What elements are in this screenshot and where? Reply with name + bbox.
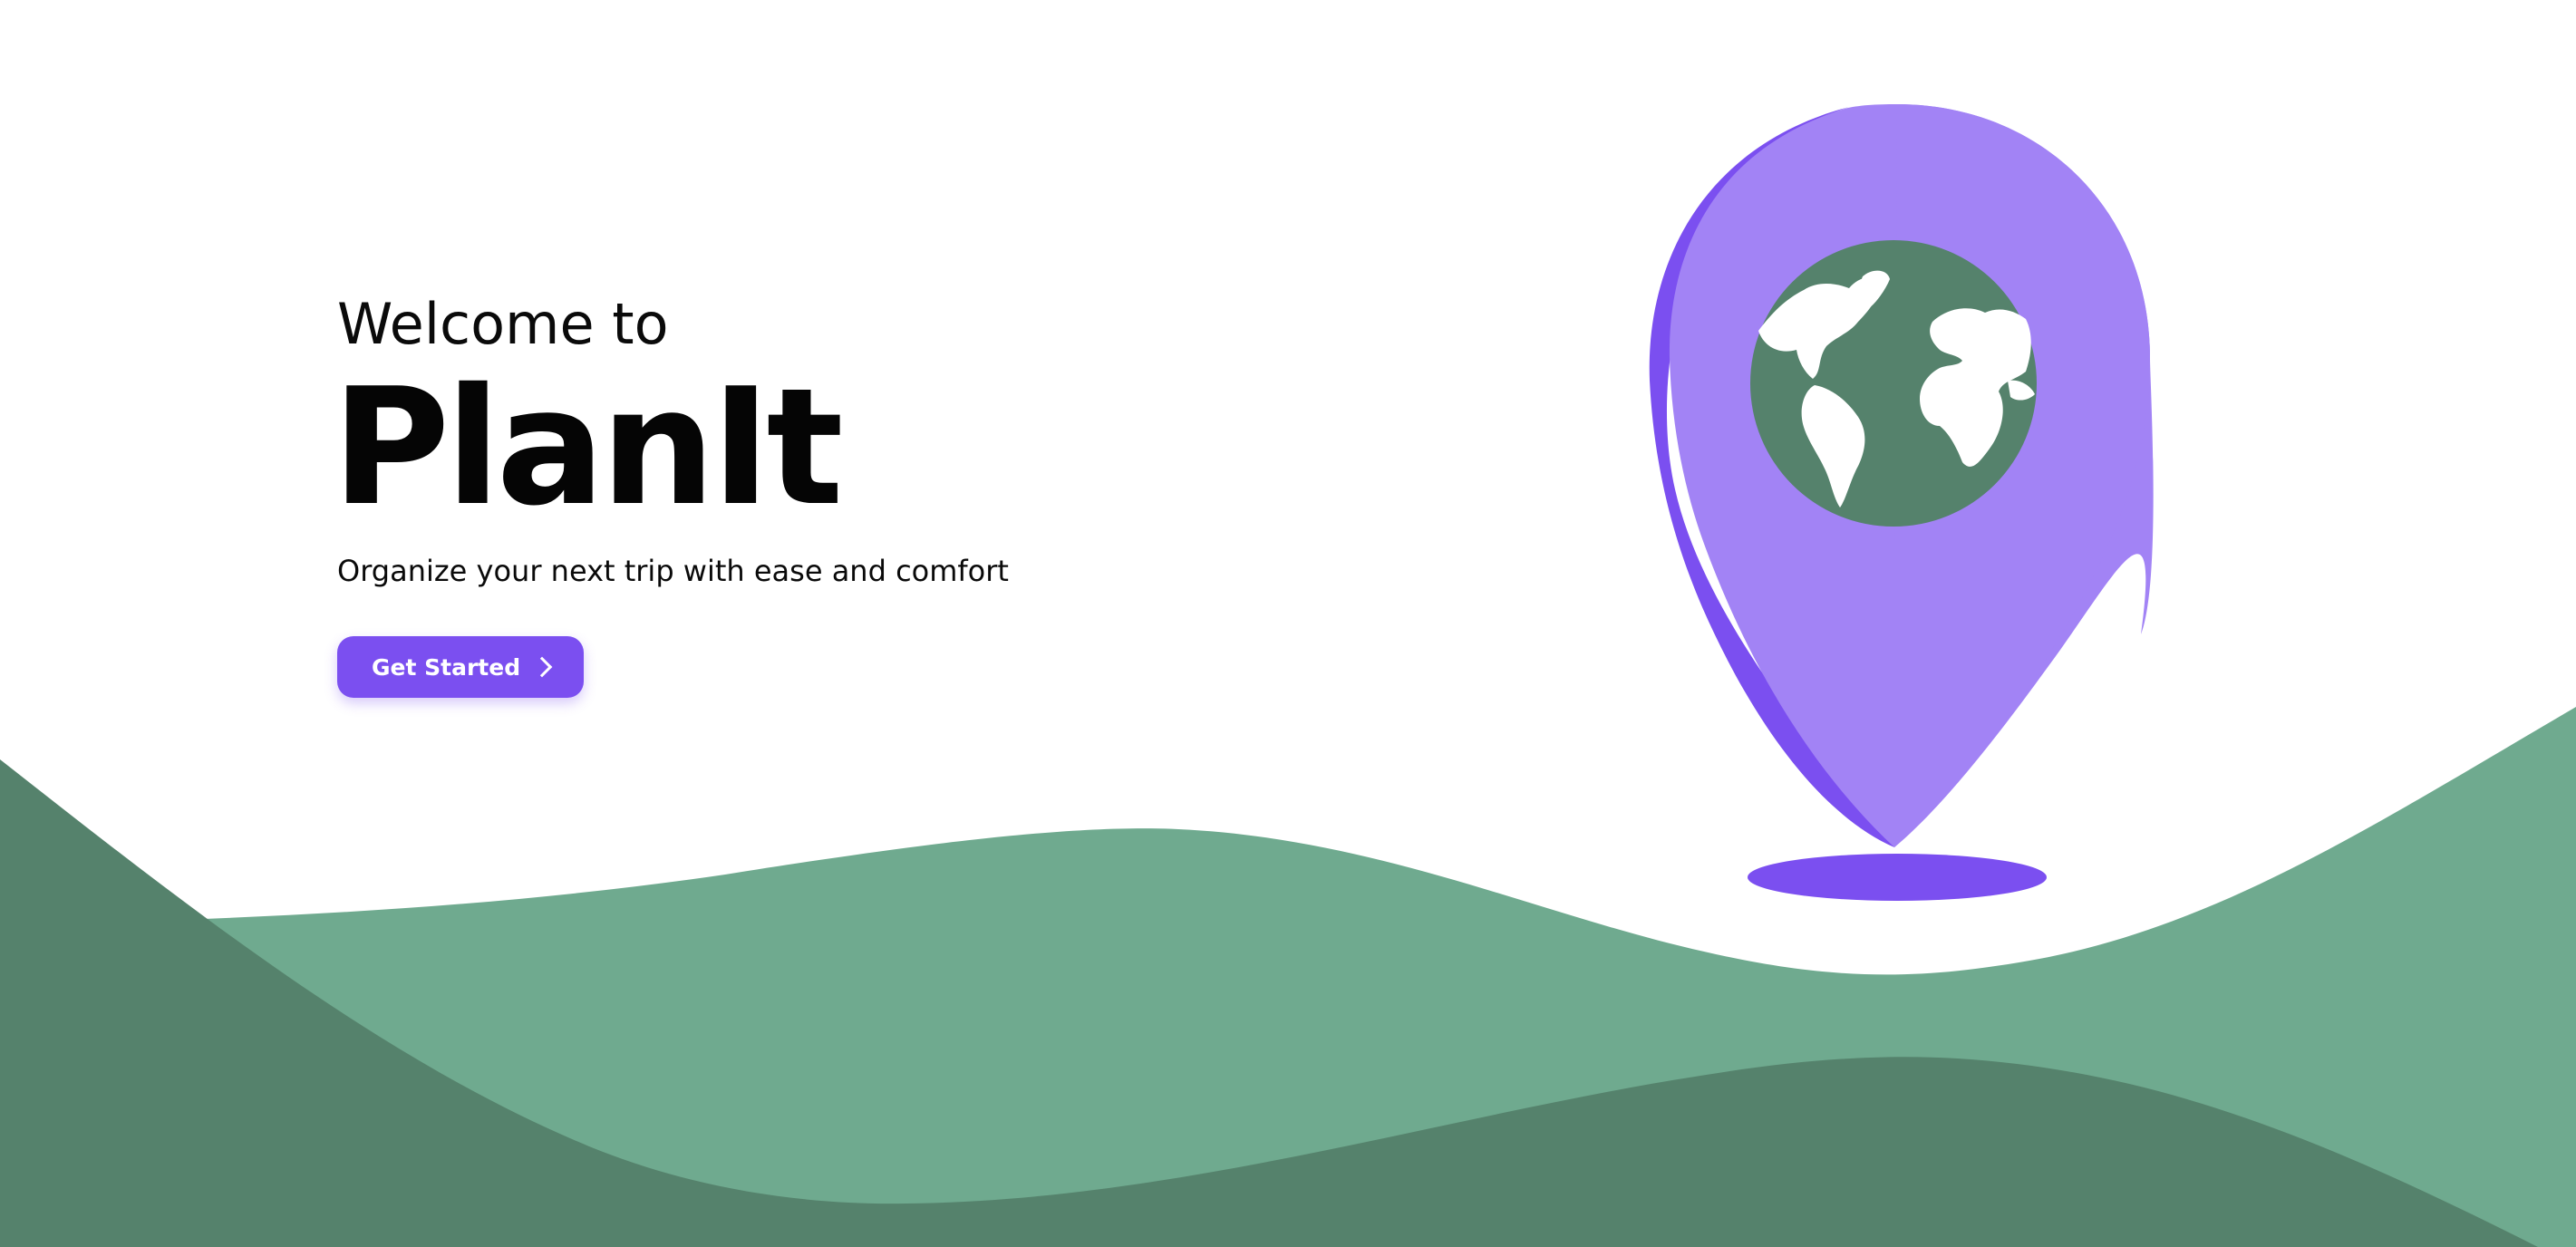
get-started-label: Get Started <box>372 653 521 681</box>
pin-shadow <box>1748 854 2047 901</box>
get-started-button[interactable]: Get Started <box>337 636 585 698</box>
welcome-text: Welcome to <box>337 291 669 357</box>
map-pin-globe-icon <box>1649 104 2154 847</box>
tagline: Organize your next trip with ease and co… <box>337 554 1009 588</box>
landing-page: Welcome to PlanIt Organize your next tri… <box>0 0 2576 1247</box>
hero-section: Welcome to PlanIt Organize your next tri… <box>332 288 1334 698</box>
app-title: PlanIt <box>332 353 844 541</box>
chevron-right-icon <box>531 656 553 678</box>
